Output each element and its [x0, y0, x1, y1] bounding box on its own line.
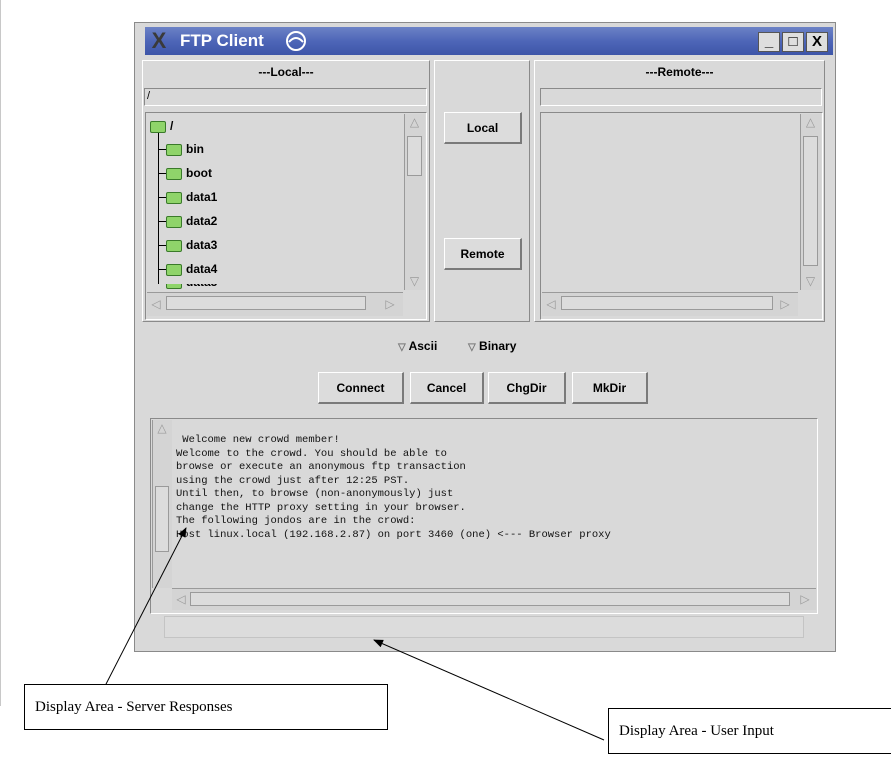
callout-arrows	[103, 527, 605, 741]
callout-server-responses: Display Area - Server Responses	[24, 684, 388, 730]
callout-user-input: Display Area - User Input	[608, 708, 891, 754]
